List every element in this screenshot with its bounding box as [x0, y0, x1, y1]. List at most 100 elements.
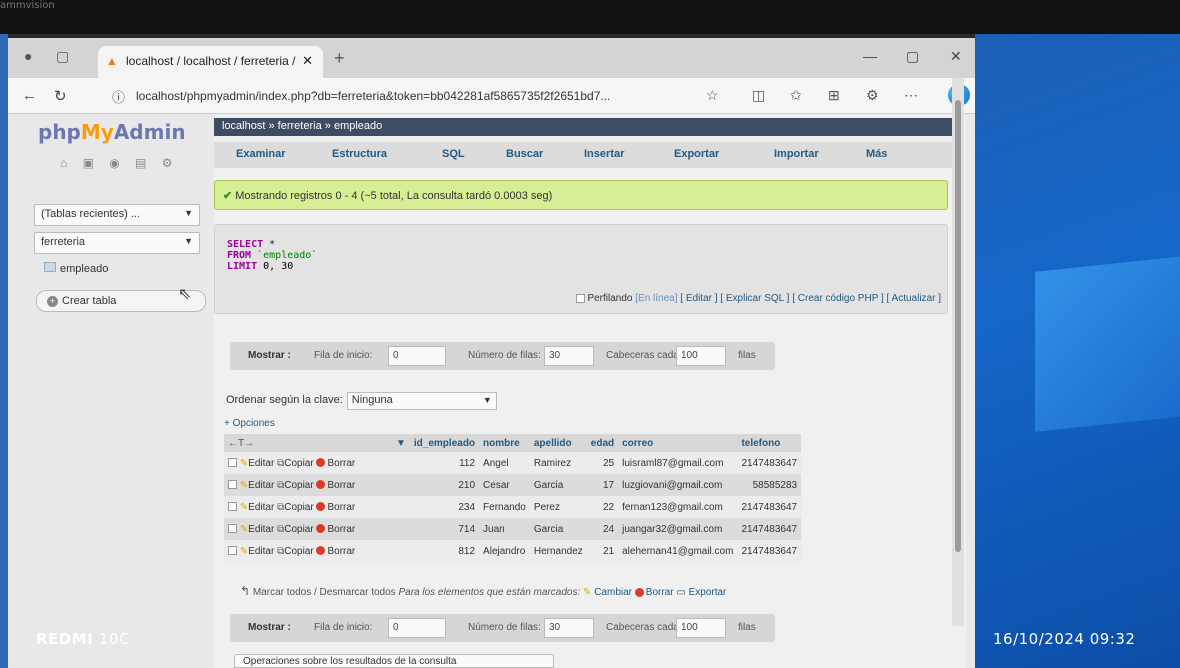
scrollbar-thumb[interactable] — [955, 100, 961, 552]
extensions-icon[interactable]: ⚙ — [866, 87, 879, 104]
tab-buscar[interactable]: Buscar — [506, 148, 543, 160]
link-actualizar[interactable]: [ Actualizar ] — [887, 293, 941, 304]
split-screen-icon[interactable]: ◫ — [752, 87, 765, 104]
edit-link[interactable]: Editar — [248, 524, 274, 535]
favorites-icon[interactable]: ✩ — [790, 87, 802, 104]
edit-link[interactable]: Editar — [248, 546, 274, 557]
tab-sql[interactable]: SQL — [442, 148, 465, 160]
tab-insertar[interactable]: Insertar — [584, 148, 624, 160]
bulk-export-button[interactable]: ▭ Exportar — [676, 587, 726, 598]
cell-id[interactable]: 234 — [409, 496, 480, 518]
check-all-link[interactable]: Marcar todos — [253, 587, 311, 598]
tab-examinar[interactable]: Examinar — [236, 148, 286, 160]
tab-actions-icon[interactable]: ▢ — [56, 48, 69, 65]
collections-icon[interactable]: ⊞ — [828, 87, 840, 104]
column-header[interactable]: nombre — [479, 434, 530, 452]
rows-count-input[interactable]: 30 — [544, 618, 594, 638]
sort-icon[interactable]: ▼ — [392, 434, 410, 452]
sort-key-select[interactable]: Ninguna ▼ — [346, 392, 497, 410]
row-checkbox[interactable] — [228, 480, 237, 490]
favorite-star-icon[interactable]: ☆ — [706, 87, 719, 104]
rows-count-input[interactable]: 30 — [544, 346, 594, 366]
cell-correo[interactable]: luisraml87@gmail.com — [618, 452, 738, 474]
new-tab-icon[interactable]: + — [334, 48, 345, 69]
cell-edad[interactable]: 21 — [586, 540, 619, 562]
database-select[interactable]: ferreteria ▼ — [34, 232, 200, 254]
more-icon[interactable]: ⋯ — [904, 87, 918, 104]
cell-nombre[interactable]: Angel — [479, 452, 530, 474]
profile-icon[interactable]: ● — [24, 48, 32, 64]
cell-nombre[interactable]: Alejandro — [479, 540, 530, 562]
cell-apellido[interactable]: Perez — [529, 496, 587, 518]
column-header[interactable]: correo — [618, 434, 738, 452]
link-explicar[interactable]: [ Explicar SQL ] — [720, 293, 789, 304]
delete-link[interactable]: Borrar — [327, 546, 355, 557]
tab-mas[interactable]: Más — [866, 148, 887, 160]
cell-correo[interactable]: juangar32@gmail.com — [618, 518, 738, 540]
cell-id[interactable]: 812 — [409, 540, 480, 562]
cell-nombre[interactable]: Fernando — [479, 496, 530, 518]
headers-every-input[interactable]: 100 — [676, 346, 726, 366]
cell-edad[interactable]: 22 — [586, 496, 619, 518]
cell-id[interactable]: 112 — [409, 452, 480, 474]
cell-nombre[interactable]: Cesar — [479, 474, 530, 496]
edit-link[interactable]: Editar — [248, 480, 274, 491]
profiling-checkbox[interactable] — [575, 293, 585, 303]
row-checkbox[interactable] — [228, 502, 237, 512]
start-row-input[interactable]: 0 — [388, 618, 446, 638]
cell-apellido[interactable]: Garcia — [529, 474, 587, 496]
row-checkbox[interactable] — [228, 458, 237, 468]
cell-edad[interactable]: 24 — [586, 518, 619, 540]
tab-exportar[interactable]: Exportar — [674, 148, 719, 160]
breadcrumb-table[interactable]: empleado — [334, 120, 382, 132]
close-tab-icon[interactable]: ✕ — [302, 53, 313, 69]
edit-link[interactable]: Editar — [248, 458, 274, 469]
cell-telefono[interactable]: 58585283 — [737, 474, 802, 496]
column-header[interactable]: telefono — [737, 434, 802, 452]
recent-tables-select[interactable]: (Tablas recientes) ... ▼ — [34, 204, 200, 226]
url-field[interactable]: localhost/phpmyadmin/index.php?db=ferret… — [136, 85, 716, 107]
sidebar-item-empleado[interactable]: empleado — [44, 262, 108, 275]
edit-link[interactable]: Editar — [248, 502, 274, 513]
refresh-icon[interactable]: ↻ — [54, 87, 67, 105]
nav-quick-icons[interactable]: ⌂ ▣ ◉ ▤ ⚙ — [60, 156, 179, 170]
cell-edad[interactable]: 25 — [586, 452, 619, 474]
cell-apellido[interactable]: Ramirez — [529, 452, 587, 474]
back-icon[interactable]: ← — [22, 87, 37, 104]
close-window-icon[interactable]: ✕ — [950, 48, 962, 65]
maximize-icon[interactable]: ▢ — [906, 48, 919, 65]
copy-link[interactable]: Copiar — [284, 502, 313, 513]
delete-link[interactable]: Borrar — [327, 480, 355, 491]
options-link[interactable]: + Opciones — [224, 418, 275, 429]
tab-phpmyadmin[interactable]: ▲ localhost / localhost / ferreteria / ✕ — [98, 46, 323, 78]
cell-id[interactable]: 210 — [409, 474, 480, 496]
cell-apellido[interactable]: Garcia — [529, 518, 587, 540]
delete-link[interactable]: Borrar — [327, 502, 355, 513]
page-scrollbar[interactable] — [952, 78, 964, 626]
cell-telefono[interactable]: 2147483647 — [737, 496, 802, 518]
row-checkbox[interactable] — [228, 546, 237, 556]
column-header[interactable]: id_empleado — [409, 434, 480, 452]
cell-nombre[interactable]: Juan — [479, 518, 530, 540]
copy-link[interactable]: Copiar — [284, 480, 313, 491]
link-crear-php[interactable]: [ Crear código PHP ] — [792, 293, 884, 304]
query-results-operations[interactable]: Operaciones sobre los resultados de la c… — [234, 654, 554, 668]
column-header[interactable]: edad — [586, 434, 619, 452]
tab-estructura[interactable]: Estructura — [332, 148, 387, 160]
breadcrumb-server[interactable]: localhost — [222, 120, 265, 132]
column-arrows[interactable]: ←T→ — [224, 434, 392, 452]
cell-edad[interactable]: 17 — [586, 474, 619, 496]
copy-link[interactable]: Copiar — [284, 458, 313, 469]
copy-link[interactable]: Copiar — [284, 546, 313, 557]
cell-correo[interactable]: luzgiovani@gmail.com — [618, 474, 738, 496]
bulk-delete-button[interactable]: Borrar — [634, 587, 674, 598]
link-en-linea[interactable]: [En línea] — [635, 293, 677, 304]
delete-link[interactable]: Borrar — [327, 458, 355, 469]
phpmyadmin-logo[interactable]: phpMyAdmin — [38, 120, 186, 144]
delete-link[interactable]: Borrar — [327, 524, 355, 535]
cell-apellido[interactable]: Hernandez — [529, 540, 587, 562]
headers-every-input[interactable]: 100 — [676, 618, 726, 638]
change-button[interactable]: ✎ Cambiar — [583, 587, 632, 598]
column-header[interactable]: apellido — [529, 434, 587, 452]
cell-telefono[interactable]: 2147483647 — [737, 540, 802, 562]
